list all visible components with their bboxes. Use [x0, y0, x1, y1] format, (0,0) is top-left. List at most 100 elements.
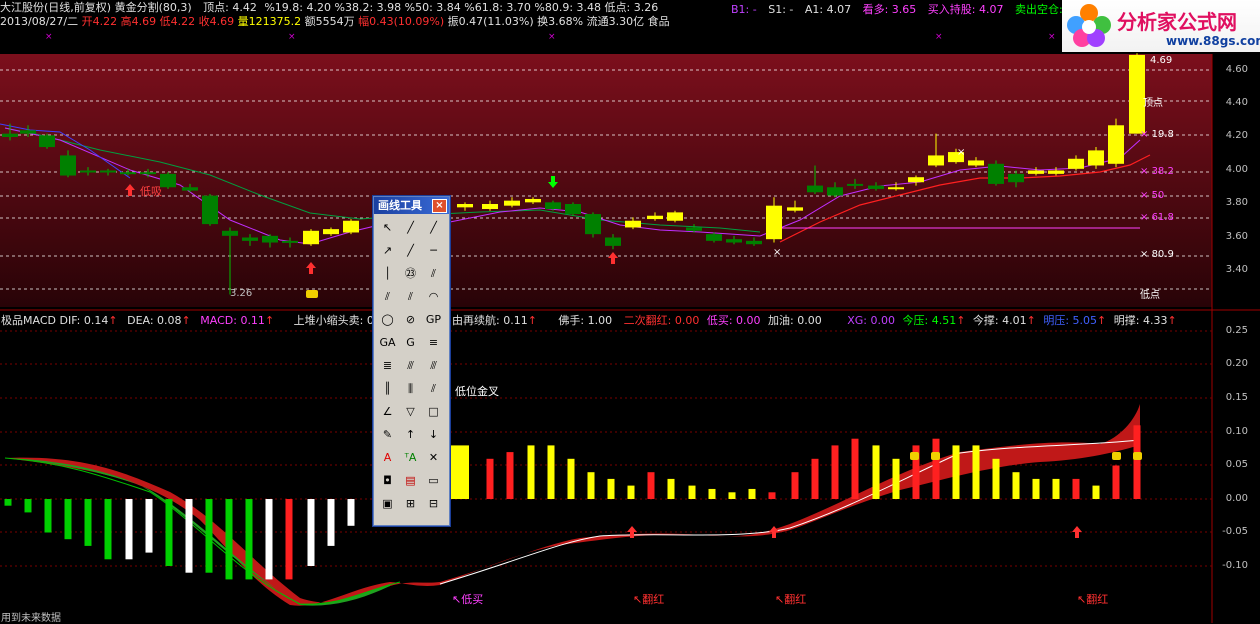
- axis-tick: -0.05: [1222, 526, 1248, 537]
- price-label-tool-icon[interactable]: ㉓: [401, 264, 420, 283]
- arc-tool-icon[interactable]: ◠: [424, 287, 443, 306]
- cycle-tool-icon[interactable]: ⫼: [401, 379, 420, 398]
- drawing-toolbox[interactable]: 画线工具 × ↖ ╱ ╱ ↗ ╱ ─ │ ㉓ ⫽ ⫽ ⫽ ◠ ◯ ⊘ GP GA G ≡ ≣ ⫻ ⫻ ║ ⫼ ⫽ ∠ ▽ □ ✎ ↑ ↓ A…: [373, 196, 450, 526]
- macd-value: MACD: 0.11: [200, 314, 265, 327]
- candle-body: [2, 133, 18, 137]
- candle-body: [726, 239, 742, 243]
- macd-bar: [547, 445, 555, 499]
- speed-tool-icon[interactable]: ⫻: [401, 356, 420, 375]
- macd-bar: [992, 458, 1000, 499]
- macd-bar: [728, 492, 736, 499]
- gann-tool-icon[interactable]: ⫻: [424, 356, 443, 375]
- candle-body: [323, 229, 339, 235]
- candle-body: [242, 237, 258, 241]
- horizontal-line-tool-icon[interactable]: ─: [424, 241, 443, 260]
- low-marker: 3.26: [230, 288, 252, 299]
- color-tool-icon[interactable]: ▭: [424, 471, 443, 490]
- axis-tick: 3.40: [1225, 264, 1248, 275]
- gs-tool-icon[interactable]: G: [401, 333, 420, 352]
- triangle-tool-icon[interactable]: ✎: [378, 425, 397, 444]
- candle-body: [482, 204, 498, 210]
- macd-bar: [811, 458, 819, 499]
- parallel-3-tool-icon[interactable]: ⫽: [401, 287, 420, 306]
- bar-tool-icon[interactable]: ⊞: [401, 494, 420, 513]
- gp-tool-icon[interactable]: GP: [424, 310, 443, 329]
- text-tool-icon[interactable]: ✕: [424, 448, 443, 467]
- multi-lines-tool-icon[interactable]: ∠: [378, 402, 397, 421]
- arrow-line-tool-icon[interactable]: ↗: [378, 241, 397, 260]
- fib-label-80: × 80.9: [1140, 249, 1174, 260]
- candle-body: [160, 173, 176, 188]
- axis-tick: 0.00: [1225, 493, 1248, 504]
- candle-body: [1088, 150, 1104, 166]
- today-support: 今撑: 4.01: [972, 314, 1027, 327]
- ga-tool-icon[interactable]: GA: [378, 333, 397, 352]
- candle-body: [100, 170, 116, 173]
- macd-bar: [125, 499, 133, 560]
- macd-bar: [688, 485, 696, 499]
- axis-tick: 4.60: [1225, 64, 1248, 75]
- macd-bar: [307, 499, 315, 566]
- fib-label-19: × 19.8: [1140, 129, 1174, 140]
- candle-body: [182, 187, 198, 191]
- axis-tick: 0.10: [1225, 426, 1248, 437]
- cross-marker: ×: [773, 247, 781, 258]
- arrow-select-tool-icon[interactable]: ↖: [378, 218, 397, 237]
- segment-tool-icon[interactable]: ╱: [401, 241, 420, 260]
- site-logo: 分析家公式网 www.88gs.com: [1062, 0, 1260, 52]
- up-arrow-tool-icon[interactable]: A: [378, 448, 397, 467]
- foshou: 佛手: 1.00: [558, 314, 613, 327]
- axis-tick: -0.10: [1222, 560, 1248, 571]
- signal-red-2: ↖翻红: [775, 593, 807, 606]
- indicator-name[interactable]: 极品MACD: [1, 314, 56, 327]
- cross-marker: ×: [957, 147, 965, 158]
- fib-fan-tool-icon[interactable]: ≣: [378, 356, 397, 375]
- no-entry-tool-icon[interactable]: ⊘: [401, 310, 420, 329]
- axis-tick: 4.00: [1225, 164, 1248, 175]
- axis-tick: 0.20: [1225, 358, 1248, 369]
- axis-tick: 0.05: [1225, 459, 1248, 470]
- axis-tick: 3.80: [1225, 197, 1248, 208]
- macd-bar: [205, 499, 213, 573]
- macd-bar: [851, 438, 859, 499]
- text-a-tool-icon[interactable]: ◘: [378, 471, 397, 490]
- macd-bar: [84, 499, 92, 546]
- candle-body: [888, 187, 904, 190]
- lines-v-tool-icon[interactable]: ⫽: [424, 379, 443, 398]
- down-arrow-tool-icon[interactable]: ᵀA: [401, 448, 420, 467]
- parallel-tool-icon[interactable]: ⫽: [424, 264, 443, 283]
- low-buy: 低买: 0.00: [706, 314, 761, 327]
- parallel-2-tool-icon[interactable]: ⫽: [378, 287, 397, 306]
- candle-body: [988, 163, 1004, 184]
- circle-tool-icon[interactable]: ◯: [378, 310, 397, 329]
- axis-tick: 0.15: [1225, 392, 1248, 403]
- logo-url: www.88gs.com: [1166, 34, 1260, 48]
- macd-bar: [647, 472, 655, 499]
- toolbox-title[interactable]: 画线工具 ×: [374, 197, 449, 214]
- macd-bar: [225, 499, 233, 580]
- fib-time-tool-icon[interactable]: ║: [378, 379, 397, 398]
- macd-bar: [64, 499, 72, 540]
- delete-tool-icon[interactable]: ▤: [401, 471, 420, 490]
- candle-body: [525, 198, 541, 203]
- ext-tool-icon[interactable]: ≡: [424, 333, 443, 352]
- line-tool-icon[interactable]: ╱: [401, 218, 420, 237]
- rectangle-tool-icon[interactable]: ↑: [401, 425, 420, 444]
- vertical-line-tool-icon[interactable]: │: [378, 264, 397, 283]
- candle-body: [343, 220, 359, 233]
- dif-value: DIF: 0.14: [59, 314, 109, 327]
- macd-bar: [627, 485, 635, 499]
- axis-tick: 4.20: [1225, 130, 1248, 141]
- candle-body: [928, 155, 944, 166]
- pencil-tool-icon[interactable]: ↓: [424, 425, 443, 444]
- props-tool-icon[interactable]: ▣: [378, 494, 397, 513]
- candle-body: [1108, 125, 1124, 164]
- fan-tool-icon[interactable]: □: [424, 402, 443, 421]
- axis-tick: 0.25: [1225, 325, 1248, 336]
- note-tool-icon[interactable]: ⊟: [424, 494, 443, 513]
- channel-tool-icon[interactable]: ▽: [401, 402, 420, 421]
- macd-bar: [831, 445, 839, 499]
- ray-tool-icon[interactable]: ╱: [424, 218, 443, 237]
- close-icon[interactable]: ×: [432, 199, 447, 213]
- macd-bar: [185, 499, 193, 573]
